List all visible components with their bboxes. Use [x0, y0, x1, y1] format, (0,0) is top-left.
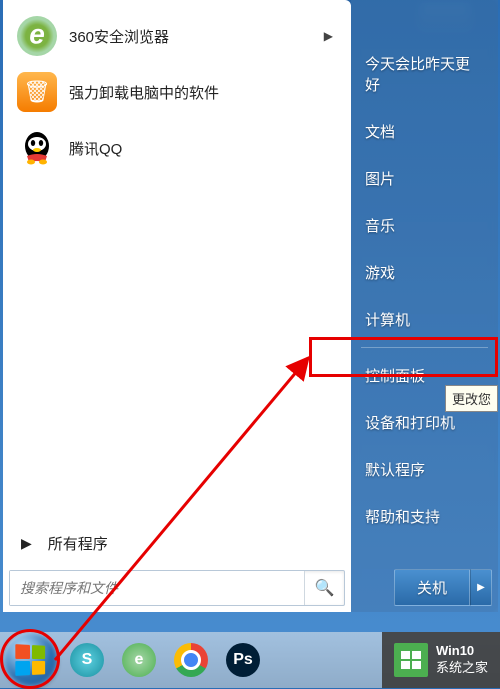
app-label: 强力卸载电脑中的软件 — [69, 82, 219, 103]
uninstaller-icon — [17, 72, 57, 112]
photoshop-icon: Ps — [226, 643, 260, 677]
app-label: 腾讯QQ — [69, 138, 122, 159]
help-support-link[interactable]: 帮助和支持 — [351, 493, 498, 540]
documents-link[interactable]: 文档 — [351, 108, 498, 155]
default-programs-link[interactable]: 默认程序 — [351, 446, 498, 493]
start-menu-right-panel: 今天会比昨天更好 文档 图片 音乐 游戏 计算机 控制面板 设备和打印机 默认程… — [351, 0, 498, 612]
tooltip-partial: 更改您 — [445, 385, 498, 412]
taskbar-icon-chrome[interactable] — [168, 640, 214, 680]
search-input[interactable] — [10, 571, 304, 605]
qq-icon — [17, 128, 57, 168]
app-item-qq[interactable]: 腾讯QQ — [7, 120, 347, 176]
start-button[interactable] — [4, 633, 58, 687]
app-label: 360安全浏览器 — [69, 26, 169, 47]
start-menu-left-panel: 360安全浏览器 ▶ 强力卸载电脑中的软件 — [3, 0, 351, 612]
all-programs-button[interactable]: ▶ 所有程序 — [7, 523, 347, 564]
windows-logo-icon — [15, 644, 45, 676]
app-item-uninstaller[interactable]: 强力卸载电脑中的软件 — [7, 64, 347, 120]
computer-link[interactable]: 计算机 — [351, 296, 498, 343]
app-item-360-browser[interactable]: 360安全浏览器 ▶ — [7, 8, 347, 64]
shutdown-options-arrow[interactable]: ▶ — [470, 569, 492, 606]
watermark-text: Win10 系统之家 — [436, 643, 488, 677]
start-menu: 360安全浏览器 ▶ 强力卸载电脑中的软件 — [3, 0, 498, 612]
watermark: Win10 系统之家 — [382, 632, 500, 688]
triangle-right-icon: ▶ — [21, 535, 32, 552]
360-browser-icon — [17, 16, 57, 56]
separator — [361, 347, 488, 348]
ie-icon: e — [122, 643, 156, 677]
all-programs-label: 所有程序 — [48, 533, 108, 554]
pictures-link[interactable]: 图片 — [351, 155, 498, 202]
start-search-box[interactable]: 🔍 — [9, 570, 345, 606]
browser-icon: S — [70, 643, 104, 677]
shutdown-button-group: 关机 ▶ — [394, 569, 492, 606]
search-button[interactable]: 🔍 — [304, 571, 344, 605]
taskbar-icon-photoshop[interactable]: Ps — [220, 640, 266, 680]
chevron-right-icon: ▶ — [324, 29, 333, 43]
chrome-icon — [174, 643, 208, 677]
user-folder-link[interactable]: 今天会比昨天更好 — [351, 40, 498, 108]
shutdown-button[interactable]: 关机 — [394, 569, 470, 606]
taskbar-icon-browser[interactable]: S — [64, 640, 110, 680]
games-link[interactable]: 游戏 — [351, 249, 498, 296]
pinned-app-list: 360安全浏览器 ▶ 强力卸载电脑中的软件 — [7, 8, 347, 523]
music-link[interactable]: 音乐 — [351, 202, 498, 249]
watermark-logo-icon — [394, 643, 428, 677]
taskbar-icon-ie[interactable]: e — [116, 640, 162, 680]
search-icon: 🔍 — [315, 578, 335, 598]
